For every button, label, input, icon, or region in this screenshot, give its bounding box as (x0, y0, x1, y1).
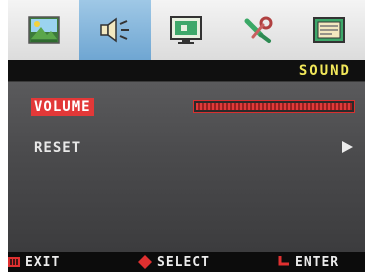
exit-label: EXIT (25, 254, 61, 270)
enter-label: ENTER (295, 254, 340, 270)
menu-item-reset[interactable]: RESET (8, 137, 365, 159)
menu-item-label: VOLUME (31, 98, 94, 116)
setup-tools-icon (244, 16, 273, 43)
exit-hint[interactable]: EXIT (8, 254, 61, 270)
tab-bar (8, 0, 365, 60)
select-hint[interactable]: SELECT (138, 254, 210, 270)
volume-slider-fill (196, 103, 352, 110)
picture-icon (27, 16, 60, 44)
select-label: SELECT (157, 254, 210, 270)
menu-panel: VOLUME RESET (8, 82, 365, 252)
footer-hints: EXIT SELECT ENTER (8, 252, 365, 272)
return-arrow-icon (278, 256, 289, 266)
tab-display-position[interactable] (151, 0, 222, 60)
display-position-icon (170, 16, 203, 44)
tab-picture[interactable] (8, 0, 79, 60)
speaker-icon (100, 17, 130, 43)
diamond-icon (138, 255, 152, 269)
volume-slider[interactable] (193, 100, 355, 113)
title-bar: SOUND (8, 60, 365, 82)
tab-osd-setup[interactable] (294, 0, 365, 60)
tab-sound[interactable] (79, 0, 151, 60)
menu-item-volume[interactable]: VOLUME (8, 96, 365, 118)
menu-item-label: RESET (34, 140, 82, 156)
osd-menu: SOUND VOLUME RESET EXIT SELECT ENTER (8, 0, 365, 272)
page-title: SOUND (298, 63, 351, 79)
osd-window-icon (313, 17, 346, 43)
submenu-arrow-icon (342, 141, 353, 153)
enter-hint[interactable]: ENTER (278, 254, 340, 270)
menu-icon (8, 257, 20, 267)
tab-setup[interactable] (222, 0, 293, 60)
